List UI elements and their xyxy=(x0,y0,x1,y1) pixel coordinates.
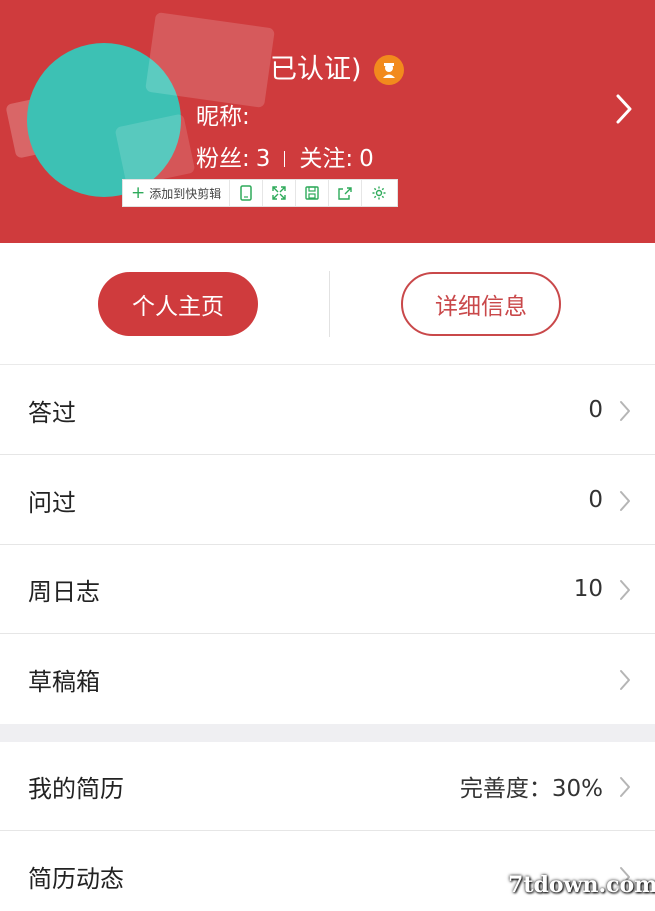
settings-icon[interactable] xyxy=(362,180,395,206)
chevron-right-icon xyxy=(620,491,630,511)
list-item-value: 0 xyxy=(588,487,603,513)
list-item-label: 简历动态 xyxy=(28,865,124,893)
list-item-asked[interactable]: 问过 0 xyxy=(0,456,655,545)
nickname: 昵称: xyxy=(196,100,250,134)
list-item-label: 草稿箱 xyxy=(28,668,100,696)
list-item-label: 我的简历 xyxy=(28,774,124,803)
list-item-drafts[interactable]: 草稿箱 xyxy=(0,635,655,724)
clipper-toolbar: + 添加到快剪辑 xyxy=(122,179,398,207)
divider xyxy=(329,271,330,337)
section-gap xyxy=(0,724,655,742)
certified-badge-icon xyxy=(373,55,404,85)
list-item-my-resume[interactable]: 我的简历 完善度：30% xyxy=(0,742,655,831)
list-item-label: 答过 xyxy=(28,398,76,427)
add-to-clip-label: 添加到快剪辑 xyxy=(149,186,222,201)
profile-header[interactable]: 已认证) 昵称: 粉丝: 3 关注: 0 + 添加到快剪辑 xyxy=(0,0,655,243)
watermark: 7tdown.com xyxy=(508,872,655,898)
share-icon[interactable] xyxy=(329,180,363,206)
expand-icon[interactable] xyxy=(263,180,297,206)
redaction-scribble xyxy=(114,113,196,187)
list-item-label: 周日志 xyxy=(28,577,100,606)
profile-actions: 个人主页 详细信息 xyxy=(0,243,655,365)
chevron-right-icon xyxy=(620,580,630,600)
verified-text: 已认证) xyxy=(270,54,362,85)
list-item-label: 问过 xyxy=(28,488,76,517)
fans-label: 粉丝: xyxy=(196,146,250,172)
verified-status: 已认证) xyxy=(270,50,404,90)
detail-info-button[interactable]: 详细信息 xyxy=(401,272,561,336)
follow-label: 关注: xyxy=(299,146,354,172)
chevron-right-icon xyxy=(620,401,630,421)
personal-homepage-button[interactable]: 个人主页 xyxy=(98,272,258,336)
plus-icon: + xyxy=(131,182,146,203)
add-to-clip-button[interactable]: + 添加到快剪辑 xyxy=(123,180,231,206)
follow-count: 0 xyxy=(359,146,374,172)
stats-divider xyxy=(284,151,286,167)
tablet-icon[interactable] xyxy=(230,180,264,206)
list-item-value: 10 xyxy=(573,576,603,602)
list-item-value: 0 xyxy=(588,397,603,423)
chevron-right-icon[interactable] xyxy=(609,92,639,126)
chevron-right-icon xyxy=(620,777,630,797)
follow-stats: 粉丝: 3 关注: 0 xyxy=(196,142,374,176)
resume-completion: 完善度：30% xyxy=(459,776,603,802)
list-item-answered[interactable]: 答过 0 xyxy=(0,366,655,455)
list-item-weekly-log[interactable]: 周日志 10 xyxy=(0,545,655,634)
save-icon[interactable] xyxy=(296,180,330,206)
fans-count: 3 xyxy=(255,146,271,172)
chevron-right-icon xyxy=(620,670,630,690)
nickname-label: 昵称: xyxy=(196,104,250,130)
redaction-scribble xyxy=(145,12,275,108)
